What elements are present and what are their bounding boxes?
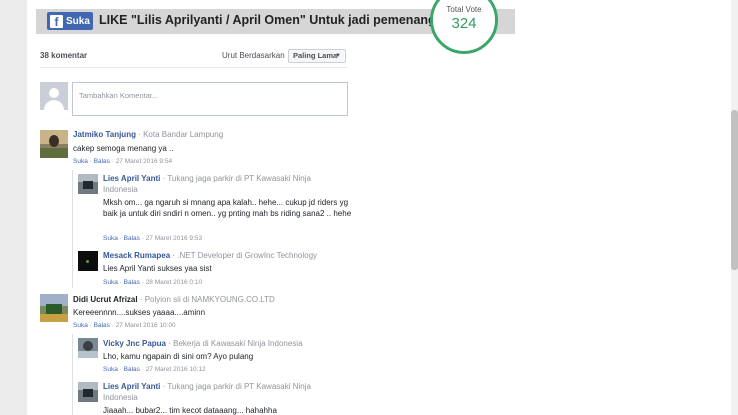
comment-author[interactable]: Lies April Yanti · Tukang jaga parkir di…: [103, 382, 343, 403]
comment-actions: Suka · Balas · 27 Maret 2016 9:54: [73, 158, 173, 165]
total-vote-label: Total Vote: [446, 5, 482, 14]
scrollbar-thumb[interactable]: [731, 110, 738, 270]
comment-date: 27 Maret 2016 10:00: [115, 322, 176, 329]
like-link[interactable]: Suka: [73, 322, 88, 329]
comment-date: 27 Maret 2016 10:12: [145, 366, 206, 373]
comment-text: Jiaaah... bubar2... tim kecot dataaang..…: [103, 406, 277, 415]
like-link[interactable]: Suka: [103, 235, 118, 242]
comment-text: Lies April Yanti sukses yaa sist: [103, 264, 212, 273]
comment-author[interactable]: Jatmiko Tanjung · Kota Bandar Lampung: [73, 130, 223, 139]
caret-down-icon: ▼: [335, 53, 341, 59]
comment-text: Mksh om... ga ngaruh si mnang apa kalah.…: [103, 198, 352, 218]
comment-author[interactable]: Didi Ucrut Afrizal · Polyion sii di NAMK…: [73, 295, 275, 304]
reply-thread-line: [72, 170, 73, 288]
comment-text: Lho, kamu ngapain di sini om? Ayo pulang: [103, 352, 254, 361]
total-vote-count: 324: [451, 15, 477, 32]
comment-author[interactable]: Lies April Yanti · Tukang jaga parkir di…: [103, 174, 343, 195]
reply-link[interactable]: Balas: [124, 279, 140, 286]
avatar[interactable]: [40, 130, 68, 158]
comment-actions: Suka · Balas · 27 Maret 2016 9:53: [103, 235, 203, 242]
like-link[interactable]: Suka: [103, 279, 118, 286]
avatar[interactable]: [78, 338, 98, 358]
author-meta: · .NET Developer di GrowInc Technology: [170, 251, 318, 260]
facebook-icon: f: [50, 14, 63, 29]
like-button-label: Suka: [66, 15, 90, 27]
comment-text: cakep semoga menang ya ..: [73, 144, 174, 153]
like-link[interactable]: Suka: [103, 366, 118, 373]
comment-actions: Suka · Balas · 27 Maret 2016 10:12: [103, 366, 206, 373]
avatar[interactable]: [78, 174, 98, 194]
comment-count: 38 komentar: [40, 51, 88, 60]
comment-text: Kereeennnn....sukses yaaaa....aminn: [73, 308, 206, 317]
avatar[interactable]: [40, 294, 68, 322]
like-link[interactable]: Suka: [73, 158, 88, 165]
facebook-like-button[interactable]: f Suka: [47, 12, 93, 30]
comment-input-placeholder: Tambahkan Komentar...: [79, 91, 159, 100]
avatar[interactable]: [78, 251, 98, 271]
author-meta: · Kota Bandar Lampung: [135, 130, 224, 139]
default-avatar: [40, 82, 68, 110]
comment-input[interactable]: Tambahkan Komentar...: [72, 82, 348, 116]
reply-thread-line: [72, 334, 73, 415]
divider: [40, 67, 348, 68]
reply-link[interactable]: Balas: [94, 158, 110, 165]
author-meta: · Polyion sii di NAMKYOUNG.CO.LTD: [137, 295, 275, 304]
avatar[interactable]: [78, 382, 98, 402]
comment-author[interactable]: Vicky Jnc Papua · Bekerja di Kawasaki Ni…: [103, 339, 303, 348]
comment-date: 28 Maret 2016 0:10: [145, 279, 203, 286]
comment-author[interactable]: Mesack Rumapea · .NET Developer di GrowI…: [103, 251, 317, 260]
comment-actions: Suka · Balas · 28 Maret 2016 0:10: [103, 279, 203, 286]
reply-link[interactable]: Balas: [124, 235, 140, 242]
sort-dropdown[interactable]: Paling Lama ▼: [288, 49, 346, 63]
author-meta: · Bekerja di Kawasaki Ninja Indonesia: [166, 339, 303, 348]
page-title: LIKE "Lilis Aprilyanti / April Omen" Unt…: [99, 13, 440, 27]
reply-link[interactable]: Balas: [124, 366, 140, 373]
sort-label: Urut Berdasarkan: [222, 51, 285, 60]
comment-actions: Suka · Balas · 27 Maret 2016 10:00: [73, 322, 176, 329]
comment-date: 27 Maret 2016 9:54: [115, 158, 173, 165]
sort-dropdown-value: Paling Lama: [293, 51, 338, 60]
reply-link[interactable]: Balas: [94, 322, 110, 329]
comment-date: 27 Maret 2016 9:53: [145, 235, 203, 242]
